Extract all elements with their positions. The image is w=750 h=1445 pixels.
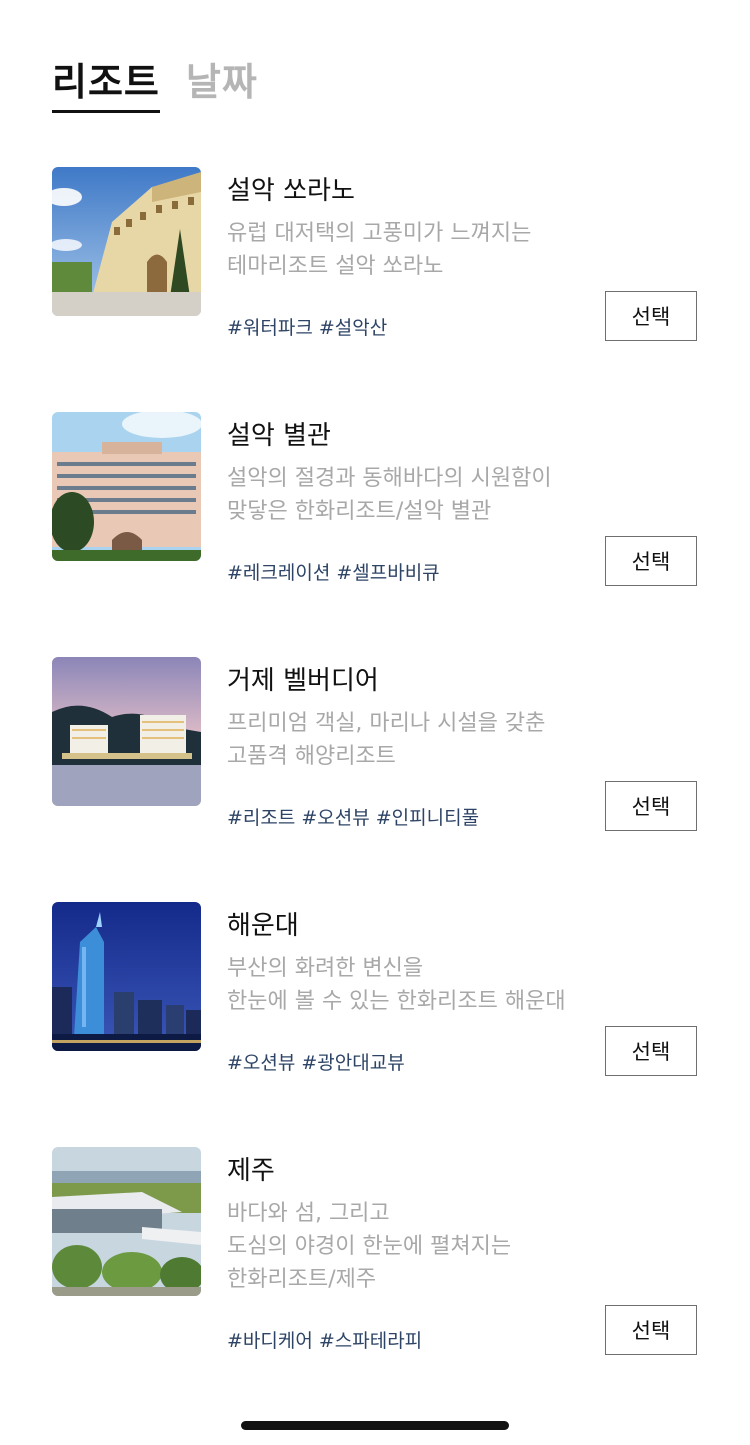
resort-description-line: 바다와 섬, 그리고 <box>227 1201 390 1226</box>
resort-tags: #리조트 #오션뷰 #인피니티풀 <box>227 803 607 830</box>
resort-tags: #레크레이션 #셀프바비큐 <box>227 558 607 585</box>
list-item: 설악 쏘라노 유럽 대저택의 고풍미가 느껴지는 테마리조트 설악 쏘라노 #워… <box>52 167 697 412</box>
select-button[interactable]: 선택 <box>605 1026 697 1076</box>
resort-description-line: 도심의 야경이 한눈에 펼쳐지는 <box>227 1234 512 1259</box>
resort-name: 거제 벨버디어 <box>227 666 379 696</box>
resort-description-line: 한눈에 볼 수 있는 한화리조트 해운대 <box>227 989 566 1014</box>
tag: #셀프바비큐 <box>336 562 440 584</box>
tag: #레크레이션 <box>227 562 331 584</box>
resort-thumbnail <box>52 167 201 316</box>
resort-description-line: 프리미엄 객실, 마리나 시설을 갖춘 <box>227 711 546 736</box>
resort-description-line: 고품격 해양리조트 <box>227 744 396 769</box>
tag: #설악산 <box>318 317 388 339</box>
resort-description-line: 테마리조트 설악 쏘라노 <box>227 254 444 279</box>
resort-name: 제주 <box>227 1156 275 1186</box>
resort-list: 설악 쏘라노 유럽 대저택의 고풍미가 느껴지는 테마리조트 설악 쏘라노 #워… <box>52 167 697 1427</box>
tag: #광안대교뷰 <box>301 1052 405 1074</box>
resort-thumbnail <box>52 657 201 806</box>
list-item: 해운대 부산의 화려한 변신을 한눈에 볼 수 있는 한화리조트 해운대 #오션… <box>52 902 697 1147</box>
resort-name: 해운대 <box>227 911 299 941</box>
tab-date[interactable]: 날짜 <box>186 56 258 108</box>
select-button[interactable]: 선택 <box>605 291 697 341</box>
tag: #스파테라피 <box>318 1330 423 1352</box>
resort-description-line: 한화리조트/제주 <box>227 1267 377 1292</box>
resort-name: 설악 별관 <box>227 421 331 451</box>
resort-name: 설악 쏘라노 <box>227 176 355 206</box>
resort-description-line: 맞닿은 한화리조트/설악 별관 <box>227 499 492 524</box>
tag: #오션뷰 <box>227 1052 296 1074</box>
resort-thumbnail <box>52 902 201 1051</box>
tag: #인피니티풀 <box>375 807 480 829</box>
tag: #워터파크 <box>227 317 313 339</box>
tag: #오션뷰 <box>301 807 370 829</box>
select-button[interactable]: 선택 <box>605 781 697 831</box>
resort-tags: #오션뷰 #광안대교뷰 <box>227 1048 607 1075</box>
tab-bar: 리조트 날짜 <box>52 56 284 113</box>
resort-thumbnail <box>52 1147 201 1296</box>
home-indicator[interactable] <box>241 1421 509 1430</box>
resort-description-line: 부산의 화려한 변신을 <box>227 956 424 981</box>
resort-tags: #바디케어 #스파테라피 <box>227 1326 607 1353</box>
resort-thumbnail <box>52 412 201 561</box>
tab-resort[interactable]: 리조트 <box>52 56 160 113</box>
resort-description-line: 유럽 대저택의 고풍미가 느껴지는 <box>227 221 532 246</box>
list-item: 제주 바다와 섬, 그리고 도심의 야경이 한눈에 펼쳐지는 한화리조트/제주 … <box>52 1147 697 1427</box>
list-item: 설악 별관 설악의 절경과 동해바다의 시원함이 맞닿은 한화리조트/설악 별관… <box>52 412 697 657</box>
select-button[interactable]: 선택 <box>605 536 697 586</box>
tag: #바디케어 <box>227 1330 313 1352</box>
select-button[interactable]: 선택 <box>605 1305 697 1355</box>
list-item: 거제 벨버디어 프리미엄 객실, 마리나 시설을 갖춘 고품격 해양리조트 #리… <box>52 657 697 902</box>
resort-tags: #워터파크 #설악산 <box>227 313 607 340</box>
tag: #리조트 <box>227 807 296 829</box>
resort-description-line: 설악의 절경과 동해바다의 시원함이 <box>227 466 552 491</box>
